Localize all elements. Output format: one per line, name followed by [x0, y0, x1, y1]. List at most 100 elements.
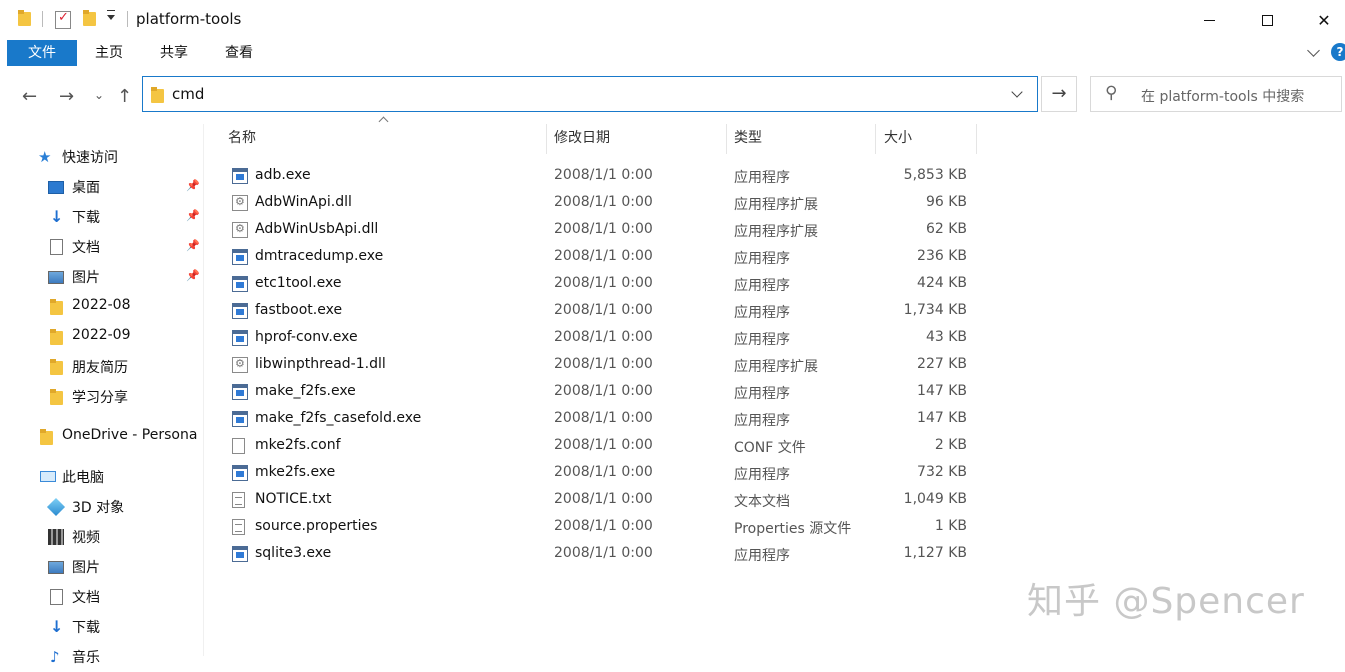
- column-header-name[interactable]: 名称: [228, 124, 546, 154]
- pin-icon[interactable]: 📌: [186, 239, 200, 252]
- address-bar[interactable]: cmd: [142, 76, 1038, 112]
- file-size: 43 KB: [925, 329, 967, 345]
- file-type: 应用程序: [734, 386, 790, 402]
- tab-home[interactable]: 主页: [78, 40, 140, 66]
- tab-file[interactable]: 文件: [7, 40, 77, 66]
- sidebar-item-label: OneDrive - Persona: [62, 427, 198, 443]
- table-row[interactable]: AdbWinApi.dll 2008/1/1 0:00 应用程序扩展 96 KB: [218, 190, 988, 217]
- tab-share[interactable]: 共享: [143, 40, 205, 66]
- file-type: 应用程序: [734, 332, 790, 348]
- computer-icon: [40, 471, 56, 482]
- recent-locations-chevron-icon[interactable]: ⌄: [94, 88, 104, 102]
- sidebar-item-this-pc[interactable]: 此电脑: [0, 462, 204, 492]
- sidebar-item-3d-objects[interactable]: 3D 对象: [0, 492, 204, 522]
- help-icon[interactable]: ?: [1331, 43, 1345, 61]
- application-file-icon: [232, 411, 248, 427]
- title-bar: platform-tools ✕: [0, 0, 1345, 40]
- text-file-icon: [232, 492, 245, 508]
- sidebar-item-pictures[interactable]: 图片 📌: [0, 262, 204, 292]
- sidebar-item-documents-pc[interactable]: 文档: [0, 582, 204, 612]
- file-type: 应用程序: [734, 251, 790, 267]
- address-history-chevron-icon[interactable]: [1011, 86, 1023, 98]
- file-date: 2008/1/1 0:00: [554, 275, 653, 291]
- pin-icon[interactable]: 📌: [186, 269, 200, 282]
- table-row[interactable]: sqlite3.exe 2008/1/1 0:00 应用程序 1,127 KB: [218, 541, 988, 568]
- expand-ribbon-icon[interactable]: [1307, 44, 1320, 57]
- minimize-button[interactable]: [1180, 0, 1238, 40]
- sidebar-item-downloads[interactable]: ↓ 下载 📌: [0, 202, 204, 232]
- column-header-type[interactable]: 类型: [734, 124, 874, 154]
- file-date: 2008/1/1 0:00: [554, 518, 653, 534]
- sidebar-item-videos[interactable]: 视频: [0, 522, 204, 552]
- sidebar-item-label: 文档: [72, 240, 100, 256]
- file-date: 2008/1/1 0:00: [554, 221, 653, 237]
- sidebar-item-desktop[interactable]: 桌面 📌: [0, 172, 204, 202]
- table-row[interactable]: dmtracedump.exe 2008/1/1 0:00 应用程序 236 KB: [218, 244, 988, 271]
- sidebar-item-label: 3D 对象: [72, 500, 125, 516]
- sidebar-item-2022-09[interactable]: 2022-09: [0, 322, 204, 352]
- sidebar-item-2022-08[interactable]: 2022-08: [0, 292, 204, 322]
- pin-icon[interactable]: 📌: [186, 179, 200, 192]
- file-size: 1,127 KB: [903, 545, 967, 561]
- file-name: AdbWinUsbApi.dll: [255, 221, 379, 237]
- file-type: 应用程序: [734, 548, 790, 564]
- table-row[interactable]: adb.exe 2008/1/1 0:00 应用程序 5,853 KB: [218, 163, 988, 190]
- file-name: make_f2fs_casefold.exe: [255, 410, 422, 426]
- table-row[interactable]: mke2fs.conf 2008/1/1 0:00 CONF 文件 2 KB: [218, 433, 988, 460]
- go-arrow-icon: →: [1051, 83, 1067, 104]
- tab-view[interactable]: 查看: [208, 40, 270, 66]
- column-divider[interactable]: [976, 124, 977, 154]
- forward-arrow-icon[interactable]: →: [59, 86, 74, 107]
- table-row[interactable]: mke2fs.exe 2008/1/1 0:00 应用程序 732 KB: [218, 460, 988, 487]
- pin-icon[interactable]: 📌: [186, 209, 200, 222]
- search-input[interactable]: 在 platform-tools 中搜索: [1141, 86, 1304, 106]
- sidebar-item-documents[interactable]: 文档 📌: [0, 232, 204, 262]
- column-header-date[interactable]: 修改日期: [554, 124, 724, 154]
- sidebar-item-label: 文档: [72, 590, 100, 606]
- table-row[interactable]: make_f2fs_casefold.exe 2008/1/1 0:00 应用程序 1…: [218, 406, 988, 433]
- address-input[interactable]: cmd: [172, 85, 204, 103]
- go-button[interactable]: →: [1041, 76, 1077, 112]
- file-name: fastboot.exe: [255, 302, 343, 318]
- file-size: 147 KB: [917, 410, 967, 426]
- properties-icon[interactable]: [55, 10, 71, 29]
- desktop-icon: [48, 181, 64, 194]
- sidebar-item-label: 下载: [72, 620, 100, 636]
- application-file-icon: [232, 465, 248, 481]
- folder-icon: [50, 299, 66, 315]
- file-name: etc1tool.exe: [255, 275, 342, 291]
- table-row[interactable]: libwinpthread-1.dll 2008/1/1 0:00 应用程序扩展 22…: [218, 352, 988, 379]
- table-row[interactable]: etc1tool.exe 2008/1/1 0:00 应用程序 424 KB: [218, 271, 988, 298]
- file-size: 2 KB: [934, 437, 967, 453]
- file-size: 62 KB: [925, 221, 967, 237]
- table-row[interactable]: make_f2fs.exe 2008/1/1 0:00 应用程序 147 KB: [218, 379, 988, 406]
- file-date: 2008/1/1 0:00: [554, 167, 653, 183]
- sidebar-item-friends-resumes[interactable]: 朋友简历: [0, 352, 204, 382]
- column-divider[interactable]: [726, 124, 727, 154]
- file-name: make_f2fs.exe: [255, 383, 356, 399]
- file-type: 应用程序: [734, 413, 790, 429]
- sidebar-item-onedrive[interactable]: OneDrive - Persona: [0, 422, 204, 452]
- sidebar-item-downloads-pc[interactable]: ↓ 下载: [0, 612, 204, 642]
- table-row[interactable]: AdbWinUsbApi.dll 2008/1/1 0:00 应用程序扩展 62 KB: [218, 217, 988, 244]
- maximize-button[interactable]: [1238, 0, 1296, 40]
- table-row[interactable]: fastboot.exe 2008/1/1 0:00 应用程序 1,734 KB: [218, 298, 988, 325]
- column-divider[interactable]: [546, 124, 547, 154]
- sidebar-item-study-share[interactable]: 学习分享: [0, 382, 204, 412]
- file-size: 5,853 KB: [903, 167, 967, 183]
- table-row[interactable]: NOTICE.txt 2008/1/1 0:00 文本文档 1,049 KB: [218, 487, 988, 514]
- sidebar-item-pictures-pc[interactable]: 图片: [0, 552, 204, 582]
- close-button[interactable]: ✕: [1295, 0, 1345, 40]
- sidebar-item-music[interactable]: ♪ 音乐: [0, 642, 204, 672]
- table-row[interactable]: hprof-conv.exe 2008/1/1 0:00 应用程序 43 KB: [218, 325, 988, 352]
- sidebar-item-quick-access[interactable]: ★ 快速访问: [0, 142, 204, 172]
- search-box[interactable]: ⚲ 在 platform-tools 中搜索: [1090, 76, 1342, 112]
- up-arrow-icon[interactable]: ↑: [117, 86, 132, 107]
- new-folder-icon[interactable]: [83, 10, 97, 26]
- table-row[interactable]: source.properties 2008/1/1 0:00 Properties…: [218, 514, 988, 541]
- customize-toolbar-icon[interactable]: [107, 10, 115, 20]
- column-header-size[interactable]: 大小: [884, 124, 974, 154]
- dll-file-icon: [232, 195, 248, 211]
- column-divider[interactable]: [875, 124, 876, 154]
- back-arrow-icon[interactable]: ←: [22, 86, 37, 107]
